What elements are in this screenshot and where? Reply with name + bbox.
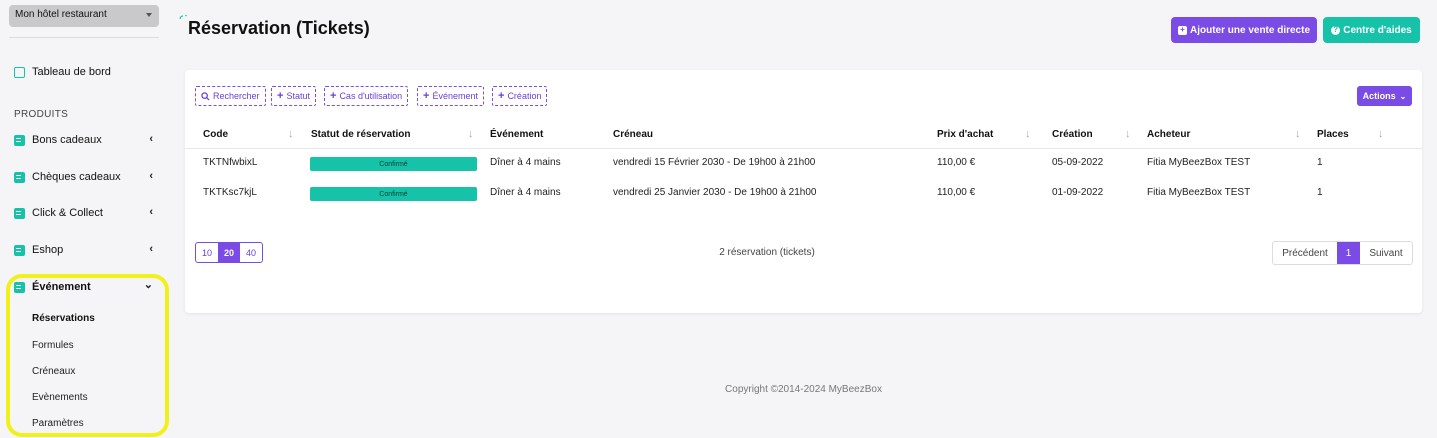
- sort-arrow-icon[interactable]: ↓: [288, 128, 294, 140]
- filter-event-button[interactable]: + Événement: [417, 86, 484, 106]
- actions-label: Actions: [1362, 91, 1396, 101]
- sort-arrow-icon[interactable]: ↓: [1295, 128, 1301, 140]
- column-header-buyer[interactable]: Acheteur: [1147, 129, 1190, 140]
- filter-status-button[interactable]: + Statut: [271, 86, 316, 106]
- cell-places: 1: [1317, 157, 1323, 168]
- cell-slot: vendredi 25 Janvier 2030 - De 19h00 à 21…: [613, 187, 817, 198]
- sidebar-item-label: Eshop: [32, 244, 64, 256]
- pagination: Précédent 1 Suivant: [1272, 241, 1413, 265]
- cell-event: Dîner à 4 mains: [490, 187, 561, 198]
- cell-slot: vendredi 15 Février 2030 - De 19h00 à 21…: [613, 157, 816, 168]
- footer-copyright: Copyright ©2014-2024 MyBeezBox: [725, 384, 882, 395]
- cell-buyer: Fitia MyBeezBox TEST: [1147, 157, 1251, 168]
- cell-created: 01-09-2022: [1052, 187, 1104, 198]
- cell-places: 1: [1317, 187, 1323, 198]
- plus-icon: +: [423, 90, 430, 102]
- status-badge: Confirmé: [310, 187, 477, 201]
- sort-arrow-icon[interactable]: ↓: [1025, 128, 1031, 140]
- status-badge: Confirmé: [310, 157, 477, 171]
- chevron-down-icon: ⌄: [1399, 91, 1407, 101]
- actions-button[interactable]: Actions ⌄: [1357, 86, 1412, 106]
- plus-icon: +: [330, 90, 337, 102]
- gift-check-icon: [14, 171, 25, 183]
- add-direct-sale-label: Ajouter une vente directe: [1189, 24, 1311, 36]
- column-header-slot[interactable]: Créneau: [613, 129, 653, 140]
- column-header-status[interactable]: Statut de réservation: [311, 129, 410, 140]
- filter-use-case-button[interactable]: + Cas d'utilisation: [324, 86, 409, 106]
- hotel-select[interactable]: Mon hôtel restaurant: [9, 5, 159, 27]
- sort-arrow-icon[interactable]: ↓: [1378, 128, 1384, 140]
- cell-code: TKTNfwbixL: [203, 157, 258, 168]
- sidebar-item-eshop[interactable]: Eshop ‹: [14, 241, 159, 259]
- cell-buyer: Fitia MyBeezBox TEST: [1147, 187, 1251, 198]
- search-icon: [201, 91, 210, 101]
- cell-created: 05-09-2022: [1052, 157, 1104, 168]
- filter-label: Événement: [432, 91, 478, 101]
- cell-event: Dîner à 4 mains: [490, 157, 561, 168]
- sidebar-item-label: Bons cadeaux: [32, 134, 102, 146]
- reservations-card: Rechercher + Statut + Cas d'utilisation …: [185, 70, 1422, 313]
- sort-arrow-icon[interactable]: ↓: [1125, 128, 1131, 140]
- column-header-places[interactable]: Places: [1317, 129, 1349, 140]
- next-page-button[interactable]: Suivant: [1360, 242, 1412, 264]
- chevron-left-icon: ‹: [149, 243, 153, 255]
- page-title: Réservation (Tickets): [188, 18, 370, 38]
- chevron-left-icon: ‹: [149, 133, 153, 145]
- filter-creation-button[interactable]: + Création: [492, 86, 548, 106]
- chart-icon: [14, 66, 25, 78]
- table-header-divider: [185, 148, 1422, 149]
- help-center-label: Centre d'aides: [1343, 24, 1412, 36]
- plus-square-icon: +: [1177, 25, 1187, 35]
- sidebar-item-label: Tableau de bord: [32, 66, 111, 78]
- sidebar-item-dashboard[interactable]: Tableau de bord: [14, 63, 159, 81]
- sidebar-item-label: Chèques cadeaux: [32, 171, 121, 183]
- column-header-code[interactable]: Code: [203, 129, 228, 140]
- cell-price: 110,00 €: [937, 187, 976, 198]
- sidebar: Mon hôtel restaurant Tableau de bord PRO…: [0, 0, 170, 438]
- hotel-select-value: Mon hôtel restaurant: [15, 9, 107, 20]
- sidebar-item-gift-vouchers[interactable]: Bons cadeaux ‹: [14, 131, 159, 149]
- column-header-price[interactable]: Prix d'achat: [937, 129, 993, 140]
- column-header-event[interactable]: Événement: [490, 129, 543, 140]
- column-header-created[interactable]: Création: [1052, 129, 1093, 140]
- highlight-annotation: [6, 274, 169, 437]
- sidebar-item-label: Click & Collect: [32, 207, 103, 219]
- chevron-left-icon: ‹: [149, 170, 153, 182]
- loading-spinner-icon: [179, 14, 187, 20]
- question-circle-icon: ?: [1331, 25, 1341, 35]
- sidebar-item-gift-checks[interactable]: Chèques cadeaux ‹: [14, 168, 159, 186]
- sidebar-item-click-collect[interactable]: Click & Collect ‹: [14, 204, 159, 222]
- cell-price: 110,00 €: [937, 157, 976, 168]
- cell-code: TKTKsc7kjL: [203, 187, 257, 198]
- filter-search-button[interactable]: Rechercher: [195, 86, 266, 106]
- sort-arrow-icon[interactable]: ↓: [468, 128, 474, 140]
- help-center-button[interactable]: ? Centre d'aides: [1323, 17, 1420, 43]
- gift-voucher-icon: [14, 134, 25, 146]
- filter-label: Création: [507, 91, 542, 101]
- filter-label: Cas d'utilisation: [339, 91, 403, 101]
- filter-label: Statut: [286, 91, 310, 101]
- filter-label: Rechercher: [213, 91, 260, 101]
- current-page-button[interactable]: 1: [1337, 242, 1360, 264]
- previous-page-button[interactable]: Précédent: [1273, 242, 1337, 264]
- results-count: 2 réservation (tickets): [719, 247, 815, 258]
- add-direct-sale-button[interactable]: + Ajouter une vente directe: [1171, 17, 1317, 43]
- sidebar-divider: [9, 37, 159, 38]
- basket-icon: [14, 244, 25, 256]
- chevron-left-icon: ‹: [149, 206, 153, 218]
- section-label-products: PRODUITS: [14, 109, 69, 120]
- plus-icon: +: [277, 90, 284, 102]
- caret-down-icon: [146, 13, 152, 17]
- click-collect-icon: [14, 207, 25, 219]
- plus-icon: +: [498, 90, 505, 102]
